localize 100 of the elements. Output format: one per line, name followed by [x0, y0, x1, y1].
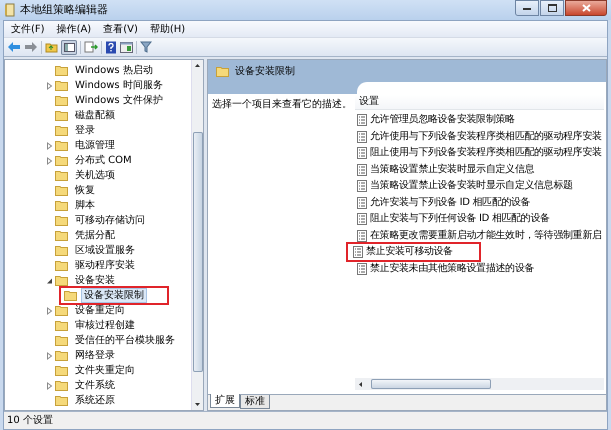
folder-icon — [55, 350, 68, 361]
view-tab[interactable]: 扩展 — [210, 394, 240, 408]
folder-icon — [55, 230, 68, 241]
policy-setting[interactable]: 禁止安装可移动设备 — [366, 246, 453, 258]
policy-setting-icon — [353, 246, 363, 258]
app-icon — [4, 3, 16, 17]
folder-icon — [55, 215, 68, 226]
expand-arrow-icon[interactable] — [46, 352, 53, 360]
tree-item[interactable]: 脚本 — [72, 198, 98, 213]
policy-setting[interactable]: 当策略设置禁止安装时显示自定义信息 — [370, 164, 534, 176]
policy-setting-icon — [357, 196, 367, 209]
tree-item[interactable]: 凭据分配 — [72, 228, 118, 243]
header-title: 设备安装限制 — [235, 64, 295, 78]
policy-setting-icon — [357, 114, 367, 126]
tree-item[interactable]: 系统还原 — [72, 393, 118, 408]
policy-setting[interactable]: 允许管理员忽略设备安装限制策略 — [370, 114, 515, 126]
folder-icon — [55, 245, 68, 256]
tree-toggle-button[interactable] — [61, 40, 77, 54]
status-text: 10 个设置 — [7, 414, 53, 428]
collapse-arrow-icon[interactable] — [46, 276, 53, 284]
folder-icon — [55, 305, 68, 316]
policy-setting-icon — [357, 180, 367, 192]
maximize-button[interactable] — [540, 0, 564, 16]
maximize-icon — [548, 4, 556, 12]
folder-icon — [55, 185, 68, 196]
folder-icon — [55, 395, 68, 406]
policy-setting[interactable]: 允许安装与下列设备 ID 相匹配的设备 — [370, 196, 530, 209]
tree-item[interactable]: 设备安装 — [72, 273, 118, 288]
policy-setting-icon — [357, 164, 367, 176]
expand-arrow-icon[interactable] — [46, 156, 53, 164]
menu-item[interactable]: 文件(F) — [8, 22, 48, 36]
folder-icon — [55, 380, 68, 391]
folder-icon — [55, 260, 68, 271]
folder-icon — [55, 155, 68, 166]
policy-setting[interactable]: 允许使用与下列设备安装程序类相匹配的驱动程序安装 — [370, 130, 602, 143]
tree-item[interactable]: 分布式 COM — [72, 153, 135, 168]
tree-item[interactable]: 关机选项 — [72, 168, 118, 183]
description-text: 选择一个项目来查看它的描述。 — [212, 98, 353, 112]
tree-item[interactable]: 文件系统 — [72, 378, 118, 393]
tree-item[interactable]: 磁盘配额 — [72, 108, 118, 123]
minimize-icon — [523, 6, 531, 10]
close-button[interactable] — [565, 0, 607, 16]
vertical-scrollbar[interactable] — [191, 60, 203, 410]
up-folder-icon[interactable] — [45, 41, 58, 53]
tree-item[interactable]: 驱动程序安装 — [72, 258, 138, 273]
folder-icon — [55, 65, 68, 76]
view-tab[interactable]: 标准 — [240, 395, 270, 409]
policy-setting-icon — [357, 130, 367, 143]
tree-item[interactable]: Windows 文件保护 — [72, 93, 166, 108]
tree-item[interactable]: 设备安装限制 — [81, 288, 147, 303]
tree-item[interactable]: Windows 热启动 — [72, 63, 156, 78]
expand-arrow-icon[interactable] — [46, 306, 53, 314]
folder-icon — [55, 80, 68, 91]
minimize-button[interactable] — [515, 0, 539, 16]
back-arrow-icon[interactable] — [7, 41, 21, 53]
folder-icon — [55, 125, 68, 136]
tree-item[interactable]: 设备重定向 — [72, 303, 128, 318]
policy-setting[interactable]: 禁止安装未由其他策略设置描述的设备 — [370, 262, 534, 275]
close-icon — [582, 4, 590, 12]
folder-icon — [55, 140, 68, 151]
tree-item[interactable]: 登录 — [72, 123, 98, 138]
column-header[interactable]: 设置 — [355, 94, 604, 110]
folder-icon — [55, 110, 68, 121]
tree-item[interactable]: 区域设置服务 — [72, 243, 138, 258]
filter-icon[interactable] — [140, 41, 152, 53]
menu-item[interactable]: 查看(V) — [100, 22, 141, 36]
policy-setting[interactable]: 在策略更改需要重新启动才能生效时，等待强制重新启 — [370, 230, 602, 242]
menu-item[interactable]: 操作(A) — [54, 22, 94, 36]
policy-setting-icon — [357, 213, 367, 226]
export-list-icon[interactable] — [84, 41, 98, 53]
horizontal-scrollbar[interactable] — [355, 378, 604, 390]
scroll-thumb[interactable] — [371, 379, 491, 389]
expand-arrow-icon[interactable] — [46, 142, 53, 150]
policy-setting[interactable]: 阻止使用与下列设备安装程序类相匹配的驱动程序安装 — [370, 147, 602, 160]
tree-item[interactable]: Windows 时间服务 — [72, 78, 166, 93]
folder-icon — [55, 95, 68, 106]
policy-setting[interactable]: 阻止安装与下列任何设备 ID 相匹配的设备 — [370, 213, 550, 226]
policy-setting-icon — [357, 262, 367, 275]
folder-icon — [55, 335, 68, 346]
tree-item[interactable]: 可移动存储访问 — [72, 213, 148, 228]
tree-item[interactable]: 恢复 — [72, 183, 98, 198]
tree-item[interactable]: 网络登录 — [72, 348, 118, 363]
tree-item[interactable]: 文件夹重定向 — [72, 363, 138, 378]
folder-icon — [55, 320, 68, 331]
tree-item[interactable]: 电源管理 — [72, 138, 118, 153]
policy-setting[interactable]: 当策略设置禁止设备安装时显示自定义信息标题 — [370, 180, 573, 192]
tree-item[interactable]: 审核过程创建 — [72, 318, 138, 333]
expand-arrow-icon[interactable] — [46, 382, 53, 390]
folder-icon — [55, 275, 68, 286]
expand-arrow-icon[interactable] — [46, 82, 53, 90]
window-pane-icon[interactable] — [120, 42, 133, 52]
menu-item[interactable]: 帮助(H) — [146, 22, 188, 36]
scroll-thumb[interactable] — [192, 132, 202, 372]
help-icon[interactable] — [105, 40, 117, 54]
folder-icon — [55, 200, 68, 211]
pane-icon — [64, 42, 74, 52]
forward-arrow-icon[interactable] — [24, 41, 38, 53]
policy-setting-icon — [357, 147, 367, 160]
tree-item[interactable]: 受信任的平台模块服务 — [72, 333, 178, 348]
folder-icon — [55, 170, 68, 181]
